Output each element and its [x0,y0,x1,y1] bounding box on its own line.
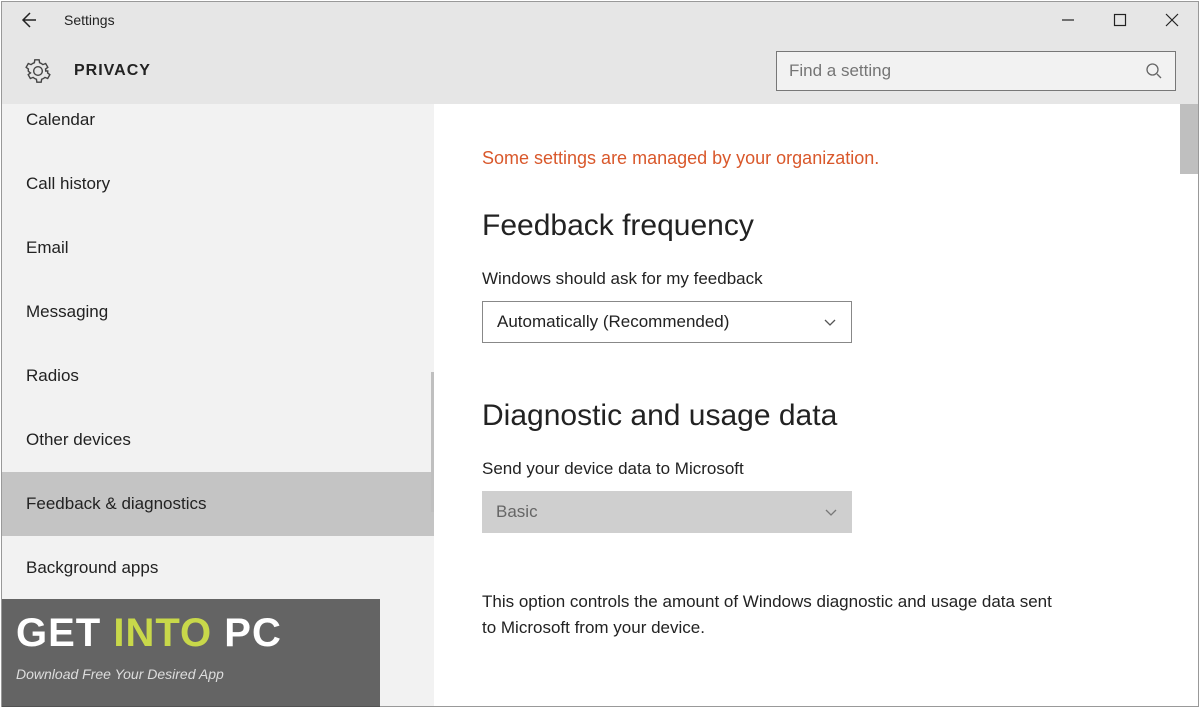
sidebar-item-call-history[interactable]: Call history [2,152,434,216]
watermark-subtitle: Download Free Your Desired App [16,666,366,682]
sidebar-item-background-apps[interactable]: Background apps [2,536,434,600]
search-input[interactable] [789,61,1145,81]
page-title: PRIVACY [74,62,151,80]
header: PRIVACY [2,38,1198,104]
diagnostic-heading: Diagnostic and usage data [482,399,1150,433]
sidebar-item-label: Other devices [26,430,131,450]
diagnostic-label: Send your device data to Microsoft [482,459,1150,479]
search-icon [1145,62,1163,80]
sidebar-item-label: Background apps [26,558,158,578]
sidebar-item-label: Email [26,238,69,258]
sidebar-item-feedback-diagnostics[interactable]: Feedback & diagnostics [2,472,434,536]
maximize-icon [1113,13,1127,27]
search-box[interactable] [776,51,1176,91]
window-title: Settings [64,12,115,28]
org-warning: Some settings are managed by your organi… [482,148,1150,169]
close-button[interactable] [1146,2,1198,38]
sidebar-item-email[interactable]: Email [2,216,434,280]
content: Some settings are managed by your organi… [434,104,1198,706]
window-controls [1042,2,1198,38]
sidebar-item-radios[interactable]: Radios [2,344,434,408]
watermark-title: GET INTO PC [16,611,366,656]
close-icon [1165,13,1179,27]
select-value: Automatically (Recommended) [497,312,729,332]
chevron-down-icon [823,315,837,329]
sidebar-list: Calendar Call history Email Messaging Ra… [2,104,434,600]
content-scrollbar[interactable] [1180,104,1198,174]
feedback-frequency-select[interactable]: Automatically (Recommended) [482,301,852,343]
settings-gear-icon [24,57,52,85]
sidebar-item-label: Messaging [26,302,108,322]
titlebar: Settings [2,2,1198,38]
minimize-button[interactable] [1042,2,1094,38]
diagnostic-select: Basic [482,491,852,533]
sidebar-item-label: Calendar [26,110,95,130]
sidebar-item-calendar[interactable]: Calendar [2,104,434,152]
sidebar-item-label: Call history [26,174,110,194]
watermark: GET INTO PC Download Free Your Desired A… [2,599,380,707]
arrow-left-icon [18,10,38,30]
feedback-frequency-heading: Feedback frequency [482,209,1150,243]
sidebar-item-other-devices[interactable]: Other devices [2,408,434,472]
sidebar-item-messaging[interactable]: Messaging [2,280,434,344]
chevron-down-icon [824,505,838,519]
gear-icon [25,58,51,84]
maximize-button[interactable] [1094,2,1146,38]
sidebar-item-label: Feedback & diagnostics [26,494,207,514]
diagnostic-description: This option controls the amount of Windo… [482,589,1062,640]
minimize-icon [1061,13,1075,27]
sidebar-item-label: Radios [26,366,79,386]
feedback-frequency-label: Windows should ask for my feedback [482,269,1150,289]
select-value: Basic [496,502,538,522]
back-button[interactable] [2,2,54,38]
